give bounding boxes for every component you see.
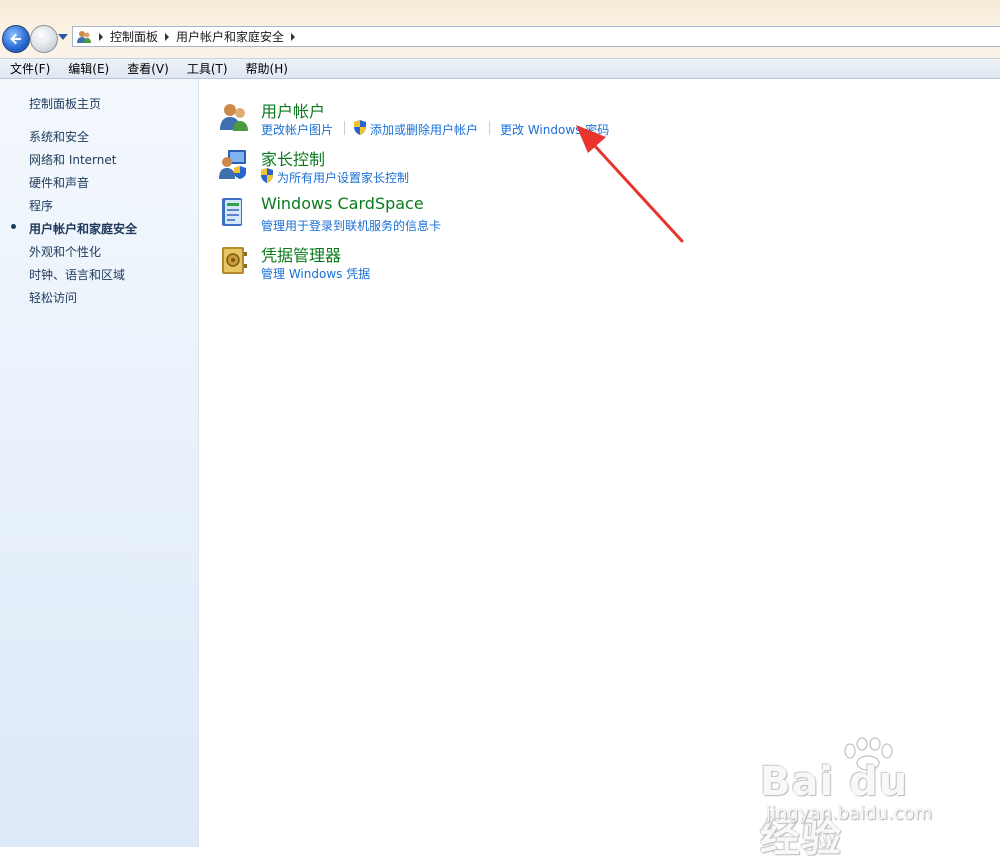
menu-edit[interactable]: 编辑(E) <box>58 60 117 77</box>
sidebar-item-appearance[interactable]: 外观和个性化 <box>29 243 101 260</box>
sidebar-item-ease-of-access[interactable]: 轻松访问 <box>29 289 77 306</box>
category-title-credential-manager[interactable]: 凭据管理器 <box>261 242 341 266</box>
category-title-parental-controls[interactable]: 家长控制 <box>261 146 325 170</box>
link-separator <box>489 121 490 135</box>
title-bar: 控制面板 用户帐户和家庭安全 <box>0 0 1000 58</box>
breadcrumb-control-panel[interactable]: 控制面板 <box>110 28 158 45</box>
uac-shield-icon <box>354 120 366 135</box>
menu-tools[interactable]: 工具(T) <box>177 60 236 77</box>
sidebar-item-user-accounts[interactable]: 用户帐户和家庭安全 <box>29 220 137 237</box>
user-accounts-icon[interactable] <box>218 100 250 132</box>
menu-file[interactable]: 文件(F) <box>0 60 58 77</box>
sidebar-item-hardware-sound[interactable]: 硬件和声音 <box>29 174 89 191</box>
menu-help[interactable]: 帮助(H) <box>236 60 296 77</box>
breadcrumb-user-accounts[interactable]: 用户帐户和家庭安全 <box>176 28 284 45</box>
cardspace-icon[interactable] <box>218 196 250 228</box>
forward-arrow-icon <box>39 33 50 45</box>
breadcrumb-separator[interactable] <box>165 32 170 41</box>
link-manage-information-cards[interactable]: 管理用于登录到联机服务的信息卡 <box>261 217 441 234</box>
dropdown-arrow-icon[interactable] <box>58 34 68 40</box>
annotation-arrow-icon <box>576 125 684 243</box>
sidebar-home-link[interactable]: 控制面板主页 <box>29 95 101 112</box>
uac-shield-icon <box>261 168 273 183</box>
back-arrow-icon <box>10 33 21 45</box>
link-separator <box>344 121 345 135</box>
user-accounts-icon <box>76 29 92 45</box>
back-button[interactable] <box>2 25 30 53</box>
link-manage-windows-credentials[interactable]: 管理 Windows 凭据 <box>261 265 370 282</box>
link-add-remove-accounts[interactable]: 添加或删除用户帐户 <box>370 121 478 138</box>
watermark-url: jingyan.baidu.com <box>766 803 933 824</box>
sidebar-item-system-security[interactable]: 系统和安全 <box>29 128 89 145</box>
breadcrumb-separator[interactable] <box>291 32 296 41</box>
sidebar-item-clock-region[interactable]: 时钟、语言和区域 <box>29 266 125 283</box>
baidu-watermark: Bai du 经验 jingyan.baidu.com <box>760 735 960 861</box>
menu-view[interactable]: 查看(V) <box>117 60 177 77</box>
parental-controls-icon[interactable] <box>218 148 250 180</box>
sidebar-item-network[interactable]: 网络和 Internet <box>29 151 116 168</box>
address-bar[interactable]: 控制面板 用户帐户和家庭安全 <box>72 26 1000 47</box>
forward-button[interactable] <box>30 25 58 53</box>
sidebar: 控制面板主页 系统和安全 网络和 Internet 硬件和声音 程序 用户帐户和… <box>0 79 199 847</box>
menu-bar: 文件(F) 编辑(E) 查看(V) 工具(T) 帮助(H) <box>0 58 1000 79</box>
sidebar-item-programs[interactable]: 程序 <box>29 197 53 214</box>
link-change-account-picture[interactable]: 更改帐户图片 <box>261 121 333 138</box>
category-title-user-accounts[interactable]: 用户帐户 <box>261 98 325 122</box>
breadcrumb-separator[interactable] <box>99 32 103 41</box>
current-item-bullet <box>11 224 16 229</box>
link-setup-parental-controls[interactable]: 为所有用户设置家长控制 <box>277 169 409 186</box>
category-title-cardspace[interactable]: Windows CardSpace <box>261 194 424 213</box>
credential-manager-icon[interactable] <box>218 244 250 276</box>
